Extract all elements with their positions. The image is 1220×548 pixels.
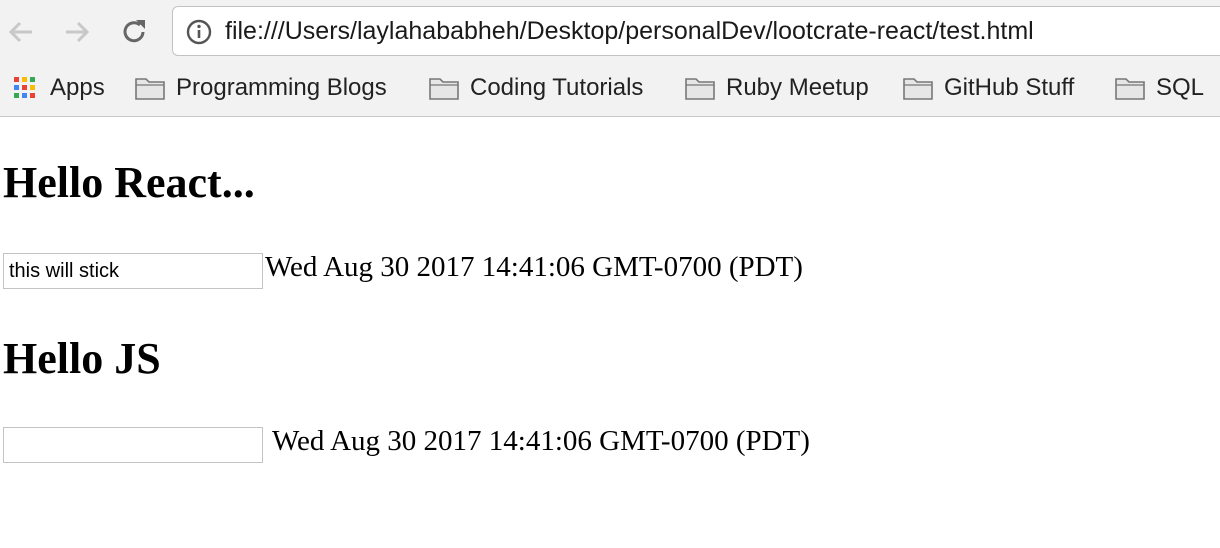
react-text-input[interactable]	[3, 253, 263, 289]
js-text-input[interactable]	[3, 427, 263, 463]
folder-icon	[903, 78, 933, 100]
bookmark-label: Apps	[50, 74, 105, 101]
bookmark-programming-blogs[interactable]: Programming Blogs	[134, 68, 387, 108]
page-content: Hello React... Wed Aug 30 2017 14:41:06 …	[0, 117, 1220, 548]
bookmark-label: Programming Blogs	[176, 74, 387, 101]
reload-button[interactable]	[117, 15, 151, 49]
react-date-text: Wed Aug 30 2017 14:41:06 GMT-0700 (PDT)	[265, 251, 803, 283]
url-text[interactable]: file:///Users/laylahababheh/Desktop/pers…	[225, 17, 1034, 46]
back-button[interactable]	[4, 15, 38, 49]
react-heading: Hello React...	[3, 158, 255, 207]
js-heading: Hello JS	[3, 334, 161, 383]
apps-grid-icon	[14, 77, 35, 98]
arrow-right-icon	[66, 21, 90, 43]
bookmark-sql[interactable]: SQL	[1114, 68, 1204, 108]
folder-icon	[1115, 78, 1145, 100]
bookmark-coding-tutorials[interactable]: Coding Tutorials	[428, 68, 643, 108]
bookmark-apps[interactable]: Apps	[12, 68, 105, 108]
browser-chrome: file:///Users/laylahababheh/Desktop/pers…	[0, 0, 1220, 117]
bookmarks-bar: Apps Programming Blogs Coding Tutorials …	[0, 68, 1220, 108]
bookmark-label: SQL	[1156, 74, 1205, 101]
reload-icon	[123, 20, 145, 43]
folder-icon	[429, 78, 459, 100]
folder-icon	[685, 78, 715, 100]
bookmark-label: Ruby Meetup	[726, 74, 869, 101]
bookmark-ruby-meetup[interactable]: Ruby Meetup	[684, 68, 869, 108]
forward-button[interactable]	[60, 15, 94, 49]
bookmark-label: Coding Tutorials	[470, 74, 644, 101]
arrow-left-icon	[8, 21, 32, 43]
bookmark-label: GitHub Stuff	[944, 74, 1075, 101]
folder-icon	[135, 78, 165, 100]
info-icon[interactable]	[185, 18, 213, 46]
bookmark-github-stuff[interactable]: GitHub Stuff	[902, 68, 1074, 108]
js-date-text: Wed Aug 30 2017 14:41:06 GMT-0700 (PDT)	[272, 425, 810, 457]
address-bar[interactable]: file:///Users/laylahababheh/Desktop/pers…	[172, 6, 1220, 56]
